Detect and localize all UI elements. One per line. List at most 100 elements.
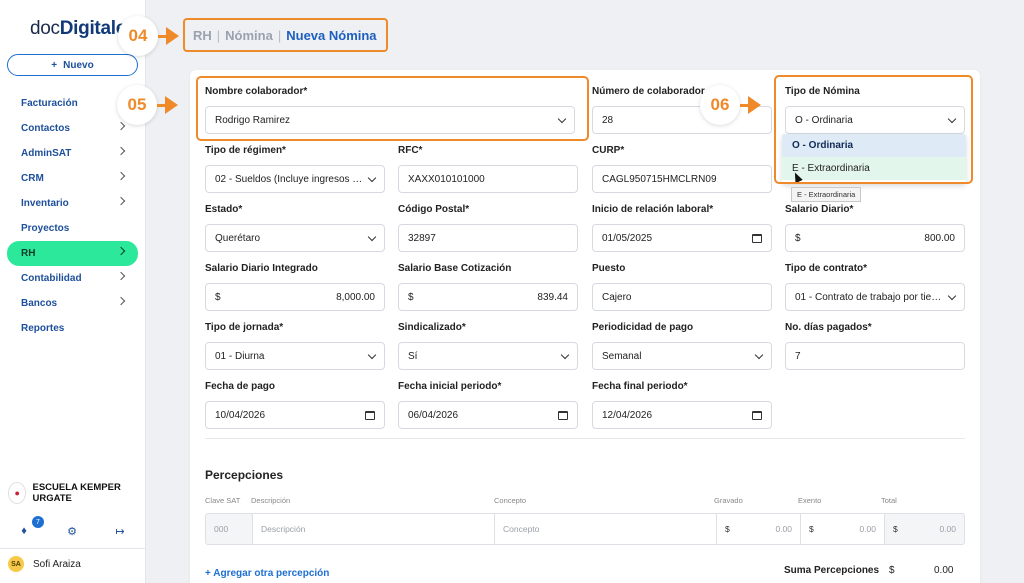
sidebar-item-label: Contabilidad bbox=[21, 273, 82, 284]
column-header-clave: Clave SAT bbox=[205, 496, 241, 505]
sindicalizado-select[interactable]: Sí bbox=[398, 342, 578, 370]
field-tipo-jornada: Tipo de jornada* 01 - Diurna bbox=[205, 322, 385, 370]
add-percepcion-link[interactable]: + Agregar otra percepción bbox=[205, 568, 329, 579]
field-nombre-colaborador: Nombre colaborador* Rodrigo Ramirez bbox=[205, 86, 575, 134]
tipo-regimen-select[interactable]: 02 - Sueldos (Incluye ingresos señalados… bbox=[205, 165, 385, 193]
codigo-postal-input[interactable]: 32897 bbox=[398, 224, 578, 252]
estado-select[interactable]: Querétaro bbox=[205, 224, 385, 252]
chevron-down-icon bbox=[367, 173, 377, 182]
percepciones-title: Percepciones bbox=[205, 468, 284, 482]
gear-icon[interactable]: ⚙ bbox=[64, 523, 80, 539]
field-tipo-contrato: Tipo de contrato* 01 - Contrato de traba… bbox=[785, 263, 965, 311]
sidebar-actions: ♦ 7 ⚙ ↦ bbox=[16, 516, 128, 542]
option-extraordinaria[interactable]: E - Extraordinaria bbox=[782, 157, 966, 180]
puesto-input[interactable]: Cajero bbox=[592, 283, 772, 311]
salario-diario-input[interactable]: $800.00 bbox=[785, 224, 965, 252]
arrow-right-icon bbox=[748, 96, 761, 114]
breadcrumb-rh[interactable]: RH bbox=[193, 28, 212, 43]
suma-percepciones-label: Suma Percepciones bbox=[784, 565, 880, 576]
sidebar-item-label: Reportes bbox=[21, 323, 65, 334]
gravado-input[interactable]: $0.00 bbox=[716, 514, 800, 544]
field-fecha-final: Fecha final periodo* 12/04/2026 bbox=[592, 381, 772, 429]
calendar-icon[interactable] bbox=[752, 233, 762, 243]
sidebar-item-reportes[interactable]: Reportes bbox=[0, 316, 146, 341]
calendar-icon[interactable] bbox=[558, 410, 568, 420]
column-header-concepto: Concepto bbox=[494, 496, 527, 505]
section-divider bbox=[205, 438, 965, 439]
descripcion-input[interactable]: Descripción bbox=[252, 514, 494, 544]
field-sindicalizado: Sindicalizado* Sí bbox=[398, 322, 578, 370]
tipo-nomina-select[interactable]: O - Ordinaria bbox=[785, 106, 965, 134]
step-05-marker: 05 bbox=[117, 85, 178, 125]
column-header-descripcion: Descripción bbox=[251, 496, 291, 505]
sidebar-item-adminsat[interactable]: AdminSAT bbox=[0, 141, 146, 166]
field-periodicidad: Periodicidad de pago Semanal bbox=[592, 322, 772, 370]
user-profile[interactable]: SA Sofi Araiza bbox=[8, 556, 81, 572]
field-codigo-postal: Código Postal* 32897 bbox=[398, 204, 578, 252]
field-fecha-pago: Fecha de pago 10/04/2026 bbox=[205, 381, 385, 429]
avatar: SA bbox=[8, 556, 24, 572]
sidebar-item-crm[interactable]: CRM bbox=[0, 166, 146, 191]
curp-input[interactable]: CAGL950715HMCLRN09 bbox=[592, 165, 772, 193]
fecha-final-date-input[interactable]: 12/04/2026 bbox=[592, 401, 772, 429]
salario-base-input[interactable]: $839.44 bbox=[398, 283, 578, 311]
fecha-inicial-date-input[interactable]: 06/04/2026 bbox=[398, 401, 578, 429]
logout-icon[interactable]: ↦ bbox=[112, 523, 128, 539]
arrow-right-icon bbox=[165, 96, 178, 114]
chevron-down-icon bbox=[557, 114, 567, 123]
field-dias-pagados: No. días pagados* 7 bbox=[785, 322, 965, 370]
chevron-down-icon bbox=[367, 232, 377, 241]
tipo-contrato-select[interactable]: 01 - Contrato de trabajo por tiempo inde… bbox=[785, 283, 965, 311]
clave-sat-input[interactable]: 000 bbox=[206, 514, 252, 544]
organization-switcher[interactable]: ● ESCUELA KEMPER URGATE bbox=[8, 482, 140, 504]
chevron-right-icon bbox=[116, 146, 126, 156]
sidebar-item-contabilidad[interactable]: Contabilidad bbox=[0, 266, 146, 291]
field-puesto: Puesto Cajero bbox=[592, 263, 772, 311]
breadcrumb-separator: | bbox=[277, 27, 282, 43]
inicio-relacion-date-input[interactable]: 01/05/2025 bbox=[592, 224, 772, 252]
calendar-icon[interactable] bbox=[752, 410, 762, 420]
sidebar-item-proyectos[interactable]: Proyectos bbox=[0, 216, 146, 241]
chevron-down-icon bbox=[947, 114, 957, 123]
table-row: 000 Descripción Concepto $0.00 $0.00 $0.… bbox=[205, 513, 965, 545]
tipo-jornada-select[interactable]: 01 - Diurna bbox=[205, 342, 385, 370]
notification-badge: 7 bbox=[32, 516, 44, 528]
sidebar-item-bancos[interactable]: Bancos bbox=[0, 291, 146, 316]
periodicidad-select[interactable]: Semanal bbox=[592, 342, 772, 370]
option-ordinaria[interactable]: O - Ordinaria bbox=[782, 134, 966, 157]
sidebar-item-label: CRM bbox=[21, 173, 44, 184]
field-salario-diario: Salario Diario* $800.00 bbox=[785, 204, 965, 252]
column-header-exento: Exento bbox=[798, 496, 822, 505]
option-tooltip: E - Extraordinaria bbox=[791, 187, 862, 202]
field-rfc: RFC* XAXX010101000 bbox=[398, 145, 578, 193]
chevron-right-icon bbox=[116, 196, 126, 206]
chevron-down-icon bbox=[947, 291, 957, 300]
organization-name: ESCUELA KEMPER URGATE bbox=[32, 482, 121, 504]
bell-icon[interactable]: ♦ 7 bbox=[16, 516, 44, 539]
breadcrumb-separator: | bbox=[216, 27, 221, 43]
concepto-input[interactable]: Concepto bbox=[494, 514, 716, 544]
total-value: $0.00 bbox=[884, 514, 964, 544]
sidebar-item-rh[interactable]: RH bbox=[7, 241, 138, 266]
fecha-pago-date-input[interactable]: 10/04/2026 bbox=[205, 401, 385, 429]
new-button[interactable]: + Nuevo bbox=[7, 54, 138, 76]
arrow-right-icon bbox=[166, 27, 179, 45]
sidebar-item-label: Proyectos bbox=[21, 223, 70, 234]
nombre-colaborador-select[interactable]: Rodrigo Ramirez bbox=[205, 106, 575, 134]
exento-input[interactable]: $0.00 bbox=[800, 514, 884, 544]
salario-integrado-input[interactable]: $8,000.00 bbox=[205, 283, 385, 311]
rfc-input[interactable]: XAXX010101000 bbox=[398, 165, 578, 193]
dias-pagados-input[interactable]: 7 bbox=[785, 342, 965, 370]
field-inicio-relacion: Inicio de relación laboral* 01/05/2025 bbox=[592, 204, 772, 252]
field-salario-base: Salario Base Cotización $839.44 bbox=[398, 263, 578, 311]
column-header-gravado: Gravado bbox=[714, 496, 743, 505]
breadcrumb-current: Nueva Nómina bbox=[286, 27, 377, 43]
chevron-down-icon bbox=[560, 350, 570, 359]
sidebar-item-label: Facturación bbox=[21, 98, 78, 109]
user-name: Sofi Araiza bbox=[33, 558, 81, 570]
calendar-icon[interactable] bbox=[365, 410, 375, 420]
breadcrumb-nomina[interactable]: Nómina bbox=[225, 28, 273, 43]
sidebar-item-inventario[interactable]: Inventario bbox=[0, 191, 146, 216]
chevron-right-icon bbox=[116, 171, 126, 181]
organization-logo-icon: ● bbox=[8, 482, 27, 504]
